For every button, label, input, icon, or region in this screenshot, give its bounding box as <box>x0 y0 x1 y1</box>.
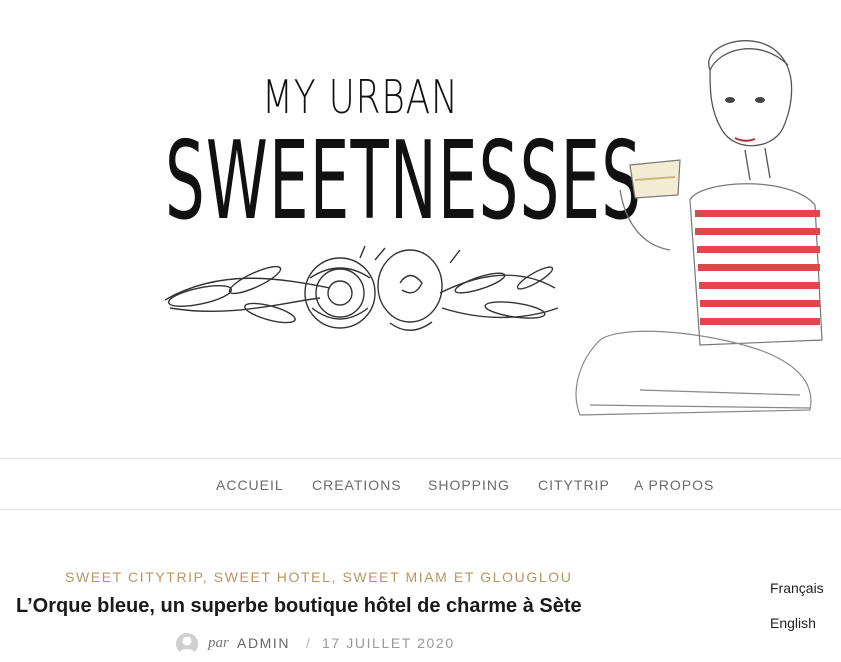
meta-separator: / <box>306 635 310 651</box>
by-label: par <box>208 635 229 651</box>
category-sweet-citytrip[interactable]: SWEET CITYTRIP <box>65 569 203 585</box>
category-sweet-miam-et-glouglou[interactable]: SWEET MIAM ET GLOUGLOU <box>342 569 572 585</box>
post-title[interactable]: L’Orque bleue, un superbe boutique hôtel… <box>16 595 656 618</box>
language-english[interactable]: English <box>770 615 816 631</box>
author-avatar[interactable] <box>176 633 198 655</box>
site-header: MY URBAN SWEETNESSES <box>0 0 841 458</box>
nav-item-accueil[interactable]: ACCUEIL <box>216 477 284 493</box>
post-categories: SWEET CITYTRIP, SWEET HOTEL, SWEET MIAM … <box>65 569 572 585</box>
author-link[interactable]: ADMIN <box>237 635 290 651</box>
flower-garland-illustration <box>164 245 559 331</box>
logo-line-2: SWEETNESSES <box>165 119 643 244</box>
category-separator: , <box>202 569 214 585</box>
woman-drinking-tea-illustration <box>575 40 823 416</box>
nav-item-citytrip[interactable]: CITYTRIP <box>538 477 610 493</box>
category-sweet-hotel[interactable]: SWEET HOTEL <box>214 569 332 585</box>
category-separator: , <box>331 569 343 585</box>
post-date: 17 JUILLET 2020 <box>322 635 455 651</box>
nav-item-a-propos[interactable]: A PROPOS <box>634 477 714 493</box>
language-francais[interactable]: Français <box>770 580 824 596</box>
nav-item-creations[interactable]: CREATIONS <box>312 477 402 493</box>
main-navigation: ACCUEIL CREATIONS SHOPPING CITYTRIP A PR… <box>0 458 841 510</box>
user-icon <box>178 636 196 655</box>
logo-line-1: MY URBAN <box>262 70 459 124</box>
nav-item-shopping[interactable]: SHOPPING <box>428 477 510 493</box>
